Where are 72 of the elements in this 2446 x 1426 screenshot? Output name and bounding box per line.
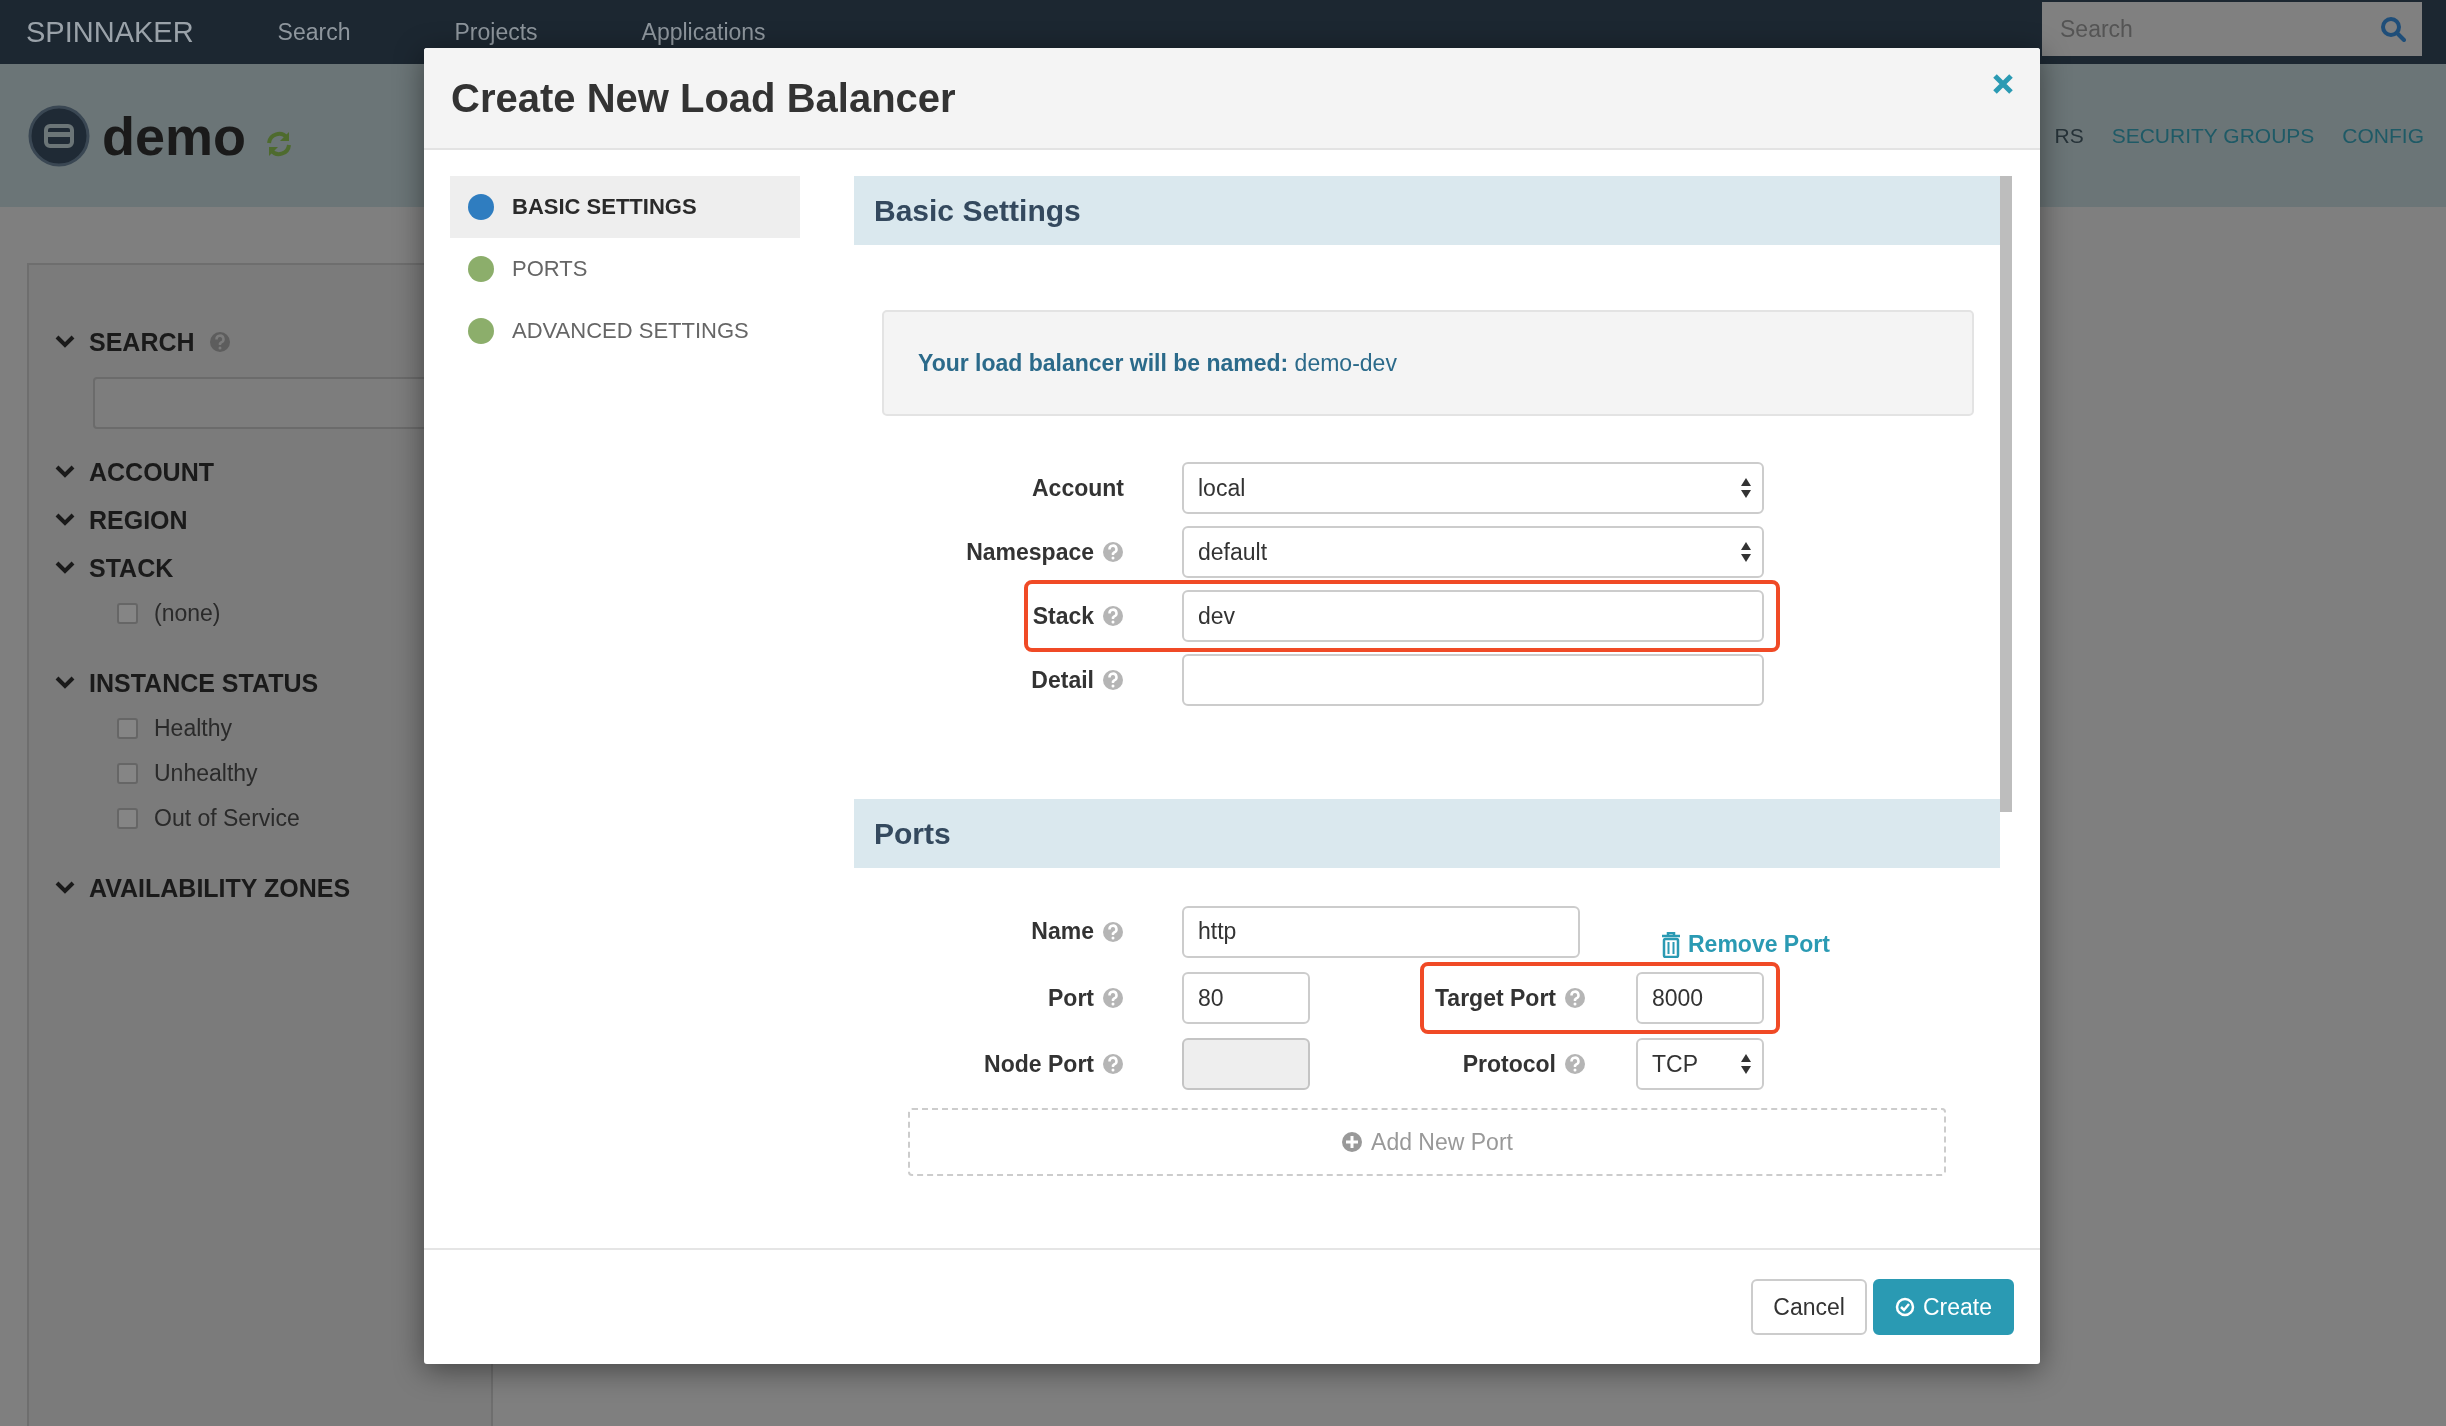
field-label: Protocol: [1462, 1050, 1556, 1078]
chevron-icon[interactable]: [55, 676, 75, 690]
text-field[interactable]: 80: [1182, 972, 1310, 1024]
help-icon[interactable]: [1102, 541, 1124, 563]
wizard-step[interactable]: BASIC SETTINGS: [450, 176, 800, 238]
nav-link[interactable]: Search: [277, 18, 351, 46]
field-label: Detail: [1031, 666, 1094, 694]
field-label: Stack: [1032, 602, 1094, 630]
app-name: demo: [102, 104, 247, 167]
text-field[interactable]: http: [1182, 905, 1580, 958]
name-preview-text: Your load balancer will be named: demo-dev: [918, 349, 1397, 377]
wizard-step[interactable]: PORTS: [450, 238, 800, 300]
app-logo[interactable]: SPINNAKER: [26, 15, 194, 49]
wizard-step[interactable]: ADVANCED SETTINGS: [450, 300, 800, 362]
checkbox[interactable]: [117, 763, 138, 784]
add-port-button[interactable]: Add New Port: [908, 1108, 1946, 1176]
field-label: Node Port: [984, 1050, 1094, 1078]
chevron-icon[interactable]: [55, 881, 75, 895]
checkbox[interactable]: [117, 718, 138, 739]
remove-port-link[interactable]: Remove Port: [1660, 931, 1830, 958]
nav-link[interactable]: Projects: [454, 18, 538, 46]
filter-heading[interactable]: SEARCH: [89, 327, 195, 357]
field-label: Name: [1031, 918, 1094, 945]
help-icon[interactable]: [1102, 669, 1124, 691]
trash-icon: [1660, 931, 1682, 958]
select-arrows-icon: [1740, 477, 1752, 499]
select-field[interactable]: TCP: [1636, 1038, 1764, 1090]
field-label: Namespace: [966, 538, 1094, 566]
chevron-icon[interactable]: [55, 335, 75, 349]
app-tab[interactable]: RS: [2054, 123, 2084, 148]
dialog-title: Create New Load Balancer: [451, 75, 956, 121]
chevron-icon[interactable]: [55, 465, 75, 479]
check-circle-icon: [1894, 1297, 1915, 1317]
section-header: Ports: [854, 799, 2000, 868]
filter-option-label[interactable]: Out of Service: [154, 805, 300, 832]
filter-heading[interactable]: ACCOUNT: [89, 457, 214, 487]
field-label: Account: [1032, 474, 1124, 502]
field-label: Target Port: [1435, 984, 1556, 1012]
text-field[interactable]: [1182, 654, 1764, 706]
text-field[interactable]: dev: [1182, 590, 1764, 642]
filter-heading[interactable]: REGION: [89, 505, 188, 535]
checkbox[interactable]: [117, 808, 138, 829]
create-button[interactable]: Create: [1872, 1279, 2014, 1335]
help-icon[interactable]: [1102, 605, 1124, 627]
select-arrows-icon: [1740, 541, 1752, 563]
field-label: Port: [1048, 984, 1094, 1012]
chevron-icon[interactable]: [55, 513, 75, 527]
nav-link[interactable]: Applications: [641, 18, 766, 46]
text-field[interactable]: 8000: [1636, 972, 1764, 1024]
app-icon: [28, 104, 90, 167]
search-icon[interactable]: [2380, 16, 2406, 42]
close-icon[interactable]: [1992, 73, 2014, 95]
filter-heading[interactable]: INSTANCE STATUS: [89, 668, 319, 698]
help-icon[interactable]: [1102, 987, 1124, 1009]
help-icon[interactable]: [1564, 1053, 1586, 1075]
cancel-button[interactable]: Cancel: [1751, 1279, 1867, 1335]
filter-heading[interactable]: STACK: [89, 553, 174, 583]
filter-heading[interactable]: AVAILABILITY ZONES: [89, 873, 351, 903]
help-icon[interactable]: [1102, 920, 1124, 943]
select-field[interactable]: default: [1182, 526, 1764, 578]
scrollbar[interactable]: [2000, 176, 2012, 812]
help-icon[interactable]: [208, 331, 231, 353]
select-field[interactable]: local: [1182, 462, 1764, 514]
plus-circle-icon: [1341, 1131, 1364, 1153]
select-arrows-icon: [1740, 1053, 1752, 1075]
filter-option-label[interactable]: Healthy: [154, 715, 232, 742]
chevron-icon[interactable]: [55, 561, 75, 575]
section-header: Basic Settings: [854, 176, 2000, 245]
filter-option-label[interactable]: Unhealthy: [154, 760, 258, 787]
filter-option-label[interactable]: (none): [154, 600, 221, 627]
help-icon[interactable]: [1564, 987, 1586, 1009]
checkbox[interactable]: [117, 603, 138, 624]
